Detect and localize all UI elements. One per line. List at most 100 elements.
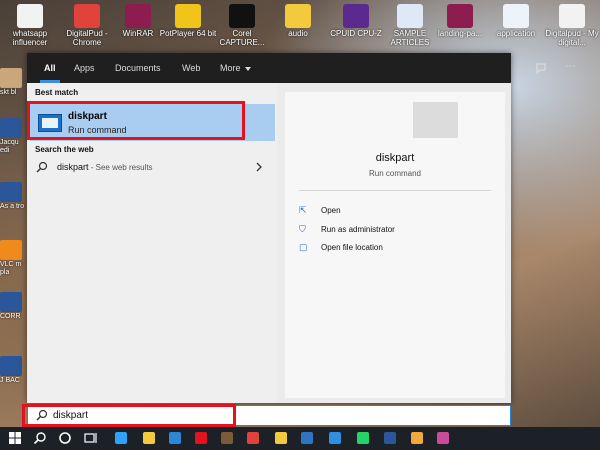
desktop-shortcut[interactable]: As a tro: [0, 182, 26, 211]
desktop-shortcut[interactable]: CORR: [0, 292, 26, 321]
folder-icon[interactable]: [274, 431, 288, 445]
run-command-icon: [38, 114, 62, 132]
whatsapp-icon[interactable]: [356, 431, 370, 445]
tab-more[interactable]: More: [220, 53, 251, 83]
feedback-icon[interactable]: [535, 62, 547, 77]
document-icon: [17, 4, 43, 28]
media-player-icon[interactable]: [194, 431, 208, 445]
desktop-shortcut-label: J BAC: [0, 377, 20, 384]
app-icon[interactable]: [300, 431, 314, 445]
desktop-shortcut-label: Jacqu edi: [0, 139, 19, 154]
search-icon: [36, 160, 48, 178]
best-match-name: diskpart: [68, 111, 107, 122]
tab-more-label: More: [220, 63, 241, 73]
desktop-shortcut[interactable]: CPUID CPU-Z: [326, 2, 386, 38]
word-icon[interactable]: [383, 431, 397, 445]
desktop-shortcut-label: CPUID CPU-Z: [330, 29, 382, 38]
run-as-admin-label: Run as administrator: [321, 225, 395, 234]
word-icon: [0, 118, 22, 138]
preview-app-icon: [413, 102, 458, 138]
desktop-shortcut[interactable]: Corel CAPTURE...: [212, 2, 272, 47]
desktop-shortcut[interactable]: PotPlayer 64 bit: [158, 2, 218, 38]
desktop-shortcut[interactable]: landing-pa...: [430, 2, 490, 38]
desktop-shortcut-label: skt bl: [0, 89, 17, 96]
folder-icon: [285, 4, 311, 28]
file-explorer-icon[interactable]: [142, 431, 156, 445]
desktop-shortcut[interactable]: application: [486, 2, 546, 38]
search-input[interactable]: [53, 408, 253, 423]
tab-all[interactable]: All: [40, 53, 59, 83]
document-icon: [503, 4, 529, 28]
winrar-icon: [447, 4, 473, 28]
taskbar: [0, 427, 600, 450]
tab-apps[interactable]: Apps: [74, 53, 95, 83]
results-pane: Best match diskpart Run command Search t…: [27, 83, 277, 403]
shield-icon: ⛉: [299, 224, 306, 234]
cpuz-icon: [343, 4, 369, 28]
open-icon: ⇱: [299, 205, 307, 215]
best-match-type: Run command: [68, 125, 127, 135]
desktop-shortcut[interactable]: audio: [268, 2, 328, 38]
windows-start-icon[interactable]: [8, 431, 22, 445]
vscode-icon[interactable]: [328, 431, 342, 445]
task-view-icon[interactable]: [84, 431, 98, 445]
desktop-shortcut-label: VLC m pla: [0, 261, 22, 276]
desktop-shortcut-label: landing-pa...: [437, 29, 483, 38]
search-panel: All Apps Documents Web More ··· Best mat…: [27, 53, 576, 403]
open-file-location-label: Open file location: [321, 243, 383, 252]
chevron-right-icon[interactable]: [255, 162, 263, 175]
web-query-term: diskpart: [57, 162, 89, 172]
desktop-shortcut[interactable]: Jacqu edi: [0, 118, 26, 155]
open-label: Open: [321, 206, 341, 215]
word-icon: [0, 182, 22, 202]
search-web-heading: Search the web: [35, 145, 94, 154]
desktop-shortcut-label: Digitalpud - My digital...: [545, 29, 599, 47]
potplayer-icon: [175, 4, 201, 28]
best-match-heading: Best match: [35, 88, 79, 97]
desktop-shortcut-label: As a tro: [0, 203, 25, 210]
web-query: diskpart - See web results: [57, 162, 153, 172]
chrome-icon[interactable]: [246, 431, 260, 445]
desktop-shortcut-label: whatsapp influencer: [12, 29, 48, 47]
tab-web[interactable]: Web: [182, 53, 200, 83]
chevron-down-icon: [244, 66, 251, 71]
desktop-shortcut[interactable]: whatsapp influencer: [0, 2, 60, 47]
word-doc-icon: [397, 4, 423, 28]
preview-pane: diskpart Run command ⇱ Open ⛉ Run as adm…: [285, 92, 505, 398]
search-icon[interactable]: [33, 431, 47, 445]
more-options-icon[interactable]: ···: [565, 60, 576, 72]
corel-capture-icon: [229, 4, 255, 28]
desktop-shortcut[interactable]: skt bl: [0, 68, 26, 97]
taskbar-search-box[interactable]: [27, 405, 511, 426]
pdf-icon: [559, 4, 585, 28]
file-location-icon: ▢: [299, 242, 308, 252]
word-icon: [0, 292, 22, 312]
search-filter-tabs: All Apps Documents Web More ···: [27, 53, 576, 83]
folder-icon: [0, 68, 22, 88]
cortana-icon[interactable]: [58, 431, 72, 445]
desktop-shortcut-label: Corel CAPTURE...: [219, 29, 265, 47]
desktop-shortcut-label: PotPlayer 64 bit: [159, 29, 217, 38]
photoshop-icon[interactable]: [114, 431, 128, 445]
desktop-shortcut[interactable]: J BAC: [0, 356, 26, 385]
winrar-icon: [125, 4, 151, 28]
store-icon[interactable]: [220, 431, 234, 445]
desktop-shortcut-label: application: [496, 29, 536, 38]
preview-type: Run command: [368, 169, 422, 178]
web-results-hint: - See web results: [88, 163, 153, 172]
tab-documents[interactable]: Documents: [115, 53, 161, 83]
vlc-icon: [0, 240, 22, 260]
desktop-shortcut[interactable]: VLC m pla: [0, 240, 26, 277]
mail-icon[interactable]: [168, 431, 182, 445]
chrome-icon: [74, 4, 100, 28]
best-match-result[interactable]: diskpart Run command: [30, 104, 275, 141]
app-icon-2[interactable]: [436, 431, 450, 445]
preview-name: diskpart: [375, 152, 415, 164]
desktop-shortcut[interactable]: Digitalpud - My digital...: [542, 2, 600, 47]
preview-divider: [299, 190, 491, 191]
word-icon: [0, 356, 22, 376]
search-icon: [36, 409, 48, 424]
paint-icon[interactable]: [410, 431, 424, 445]
desktop-shortcut-label: CORR: [0, 313, 21, 320]
web-search-result[interactable]: diskpart - See web results: [30, 156, 275, 180]
